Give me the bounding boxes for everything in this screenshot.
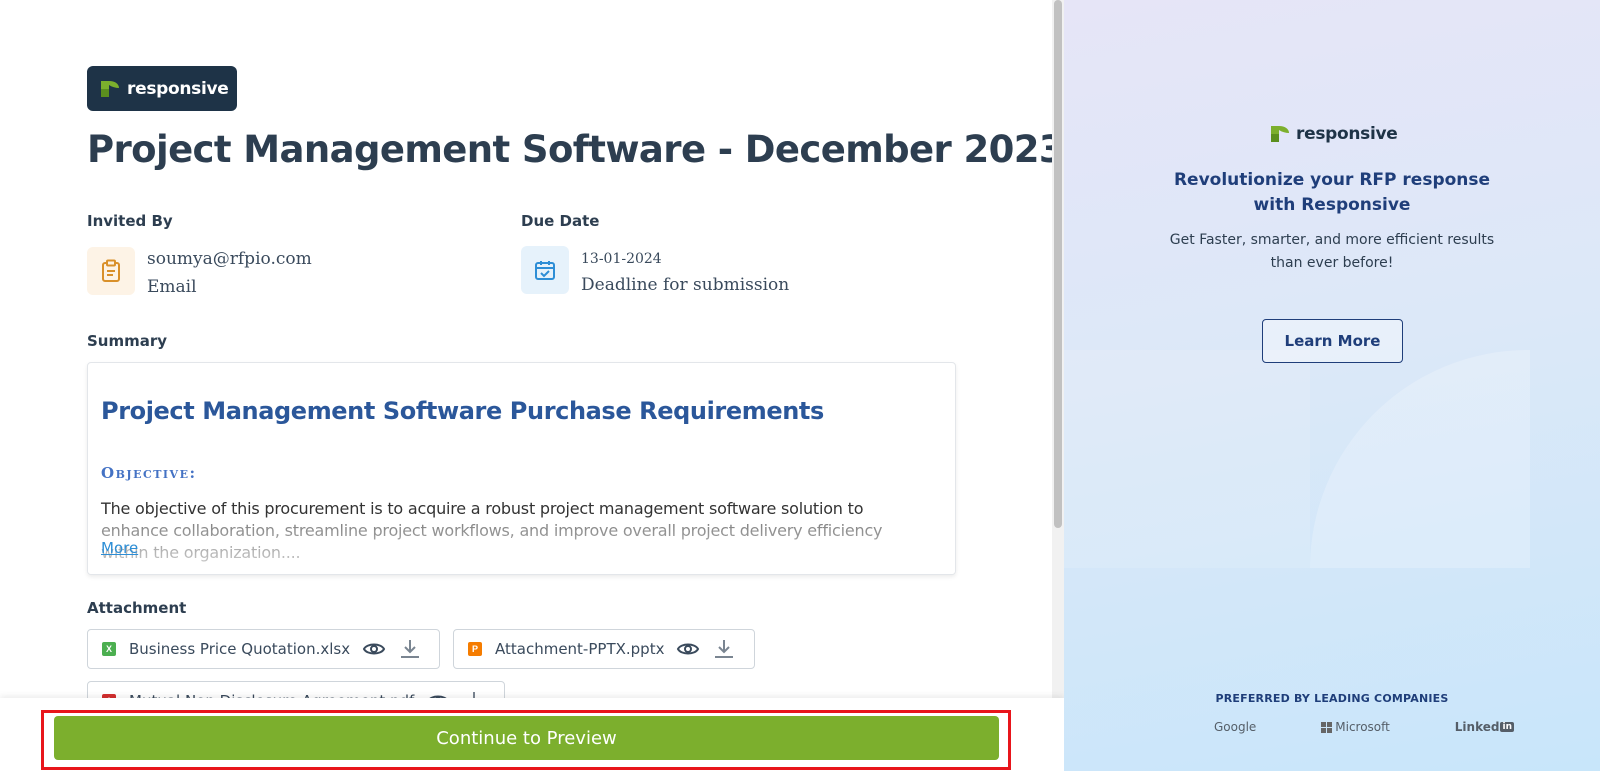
summary-more-link[interactable]: More xyxy=(101,539,138,557)
decorative-shape xyxy=(1064,350,1310,568)
microsoft-grid-icon xyxy=(1321,721,1333,733)
summary-label: Summary xyxy=(87,332,168,350)
responsive-logo-icon xyxy=(1271,126,1289,142)
linkedin-in-badge: in xyxy=(1500,722,1514,732)
download-icon[interactable] xyxy=(398,638,422,660)
google-logo: Google xyxy=(1214,720,1257,734)
due-date-label: Due Date xyxy=(521,212,600,230)
company-logos: Google Microsoft Linked in xyxy=(1214,720,1514,734)
summary-heading: Project Management Software Purchase Req… xyxy=(101,397,824,425)
rfp-details-panel: responsive Project Management Software -… xyxy=(0,0,1052,771)
attachment-filename: Business Price Quotation.xlsx xyxy=(129,640,351,658)
preferred-by-label: PREFERRED BY LEADING COMPANIES xyxy=(1215,692,1449,705)
attachment-label: Attachment xyxy=(87,599,187,617)
microsoft-logo: Microsoft xyxy=(1321,720,1390,734)
due-date-icon-tile xyxy=(521,246,569,294)
promo-subtext: Get Faster, smarter, and more efficient … xyxy=(1169,232,1495,271)
objective-label: Objective: xyxy=(101,464,197,482)
continue-to-preview-button[interactable]: Continue to Preview xyxy=(54,716,999,760)
responsive-logo-icon xyxy=(101,80,119,97)
powerpoint-file-icon: P xyxy=(468,642,482,656)
preview-eye-icon[interactable] xyxy=(362,640,386,658)
attachment-chip-xlsx[interactable]: X Business Price Quotation.xlsx xyxy=(87,629,440,669)
attachment-chip-pptx[interactable]: P Attachment-PPTX.pptx xyxy=(453,629,755,669)
summary-box: Project Management Software Purchase Req… xyxy=(87,362,956,575)
attachment-filename: Attachment-PPTX.pptx xyxy=(495,640,665,658)
excel-file-icon: X xyxy=(102,642,116,656)
due-date-value: 13-01-2024 xyxy=(581,251,662,267)
promo-headline: Revolutionize your RFP response with Res… xyxy=(1173,170,1491,215)
learn-more-button[interactable]: Learn More xyxy=(1262,319,1403,363)
promo-brand-logo: responsive xyxy=(1269,124,1398,144)
preview-eye-icon[interactable] xyxy=(676,640,700,658)
linkedin-logo: Linked in xyxy=(1455,720,1514,734)
due-date-caption: Deadline for submission xyxy=(581,275,790,295)
decorative-shape xyxy=(1310,350,1530,568)
invited-by-label: Invited By xyxy=(87,212,173,230)
download-icon[interactable] xyxy=(712,638,736,660)
promo-panel: responsive Revolutionize your RFP respon… xyxy=(1064,0,1600,771)
invited-by-email: soumya@rfpio.com xyxy=(147,249,312,269)
page-title: Project Management Software - December 2… xyxy=(87,128,1052,171)
linkedin-wordmark: Linked xyxy=(1454,720,1500,734)
invited-by-type: Email xyxy=(147,277,197,297)
invited-by-icon-tile xyxy=(87,247,135,295)
microsoft-wordmark: Microsoft xyxy=(1335,720,1390,734)
summary-fade-overlay xyxy=(88,518,955,574)
calendar-check-icon xyxy=(535,261,555,280)
brand-logo: responsive xyxy=(87,66,237,111)
brand-name: responsive xyxy=(1296,124,1398,144)
brand-name: responsive xyxy=(127,78,229,99)
scrollbar-thumb[interactable] xyxy=(1054,0,1062,528)
clipboard-icon xyxy=(102,259,120,282)
